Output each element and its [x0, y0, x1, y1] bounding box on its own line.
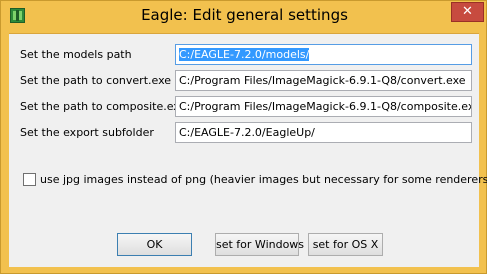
settings-window: Eagle: Edit general settings ✕ Set the m… — [0, 0, 487, 274]
ok-button[interactable]: OK — [117, 233, 192, 256]
export-subfolder-row: Set the export subfolder C:/EAGLE-7.2.0/… — [9, 122, 479, 144]
models-path-value: C:/EAGLE-7.2.0/models/ — [179, 48, 310, 61]
convert-path-row: Set the path to convert.exe C:/Program F… — [9, 70, 479, 92]
dialog-body: Set the models path C:/EAGLE-7.2.0/model… — [9, 33, 487, 267]
set-for-windows-button[interactable]: set for Windows — [215, 233, 304, 256]
models-path-field[interactable]: C:/EAGLE-7.2.0/models/ — [175, 44, 472, 65]
use-jpg-checkbox[interactable] — [23, 173, 36, 186]
export-subfolder-field[interactable]: C:/EAGLE-7.2.0/EagleUp/ — [175, 122, 472, 143]
window-title: Eagle: Edit general settings — [141, 6, 348, 24]
set-for-osx-button[interactable]: set for OS X — [308, 233, 383, 256]
title-bar[interactable]: Eagle: Edit general settings ✕ — [1, 1, 487, 35]
convert-path-field[interactable]: C:/Program Files/ImageMagick-6.9.1-Q8/co… — [175, 70, 472, 91]
close-button[interactable]: ✕ — [451, 2, 484, 22]
export-subfolder-label: Set the export subfolder — [20, 126, 154, 139]
models-path-label: Set the models path — [20, 48, 132, 61]
use-jpg-label[interactable]: use jpg images instead of png (heavier i… — [40, 173, 487, 186]
convert-path-label: Set the path to convert.exe — [20, 74, 172, 87]
models-path-row: Set the models path C:/EAGLE-7.2.0/model… — [9, 44, 479, 66]
composite-path-field[interactable]: C:/Program Files/ImageMagick-6.9.1-Q8/co… — [175, 96, 472, 117]
composite-path-label: Set the path to composite.exe — [20, 100, 187, 113]
composite-path-row: Set the path to composite.exe C:/Program… — [9, 96, 479, 118]
